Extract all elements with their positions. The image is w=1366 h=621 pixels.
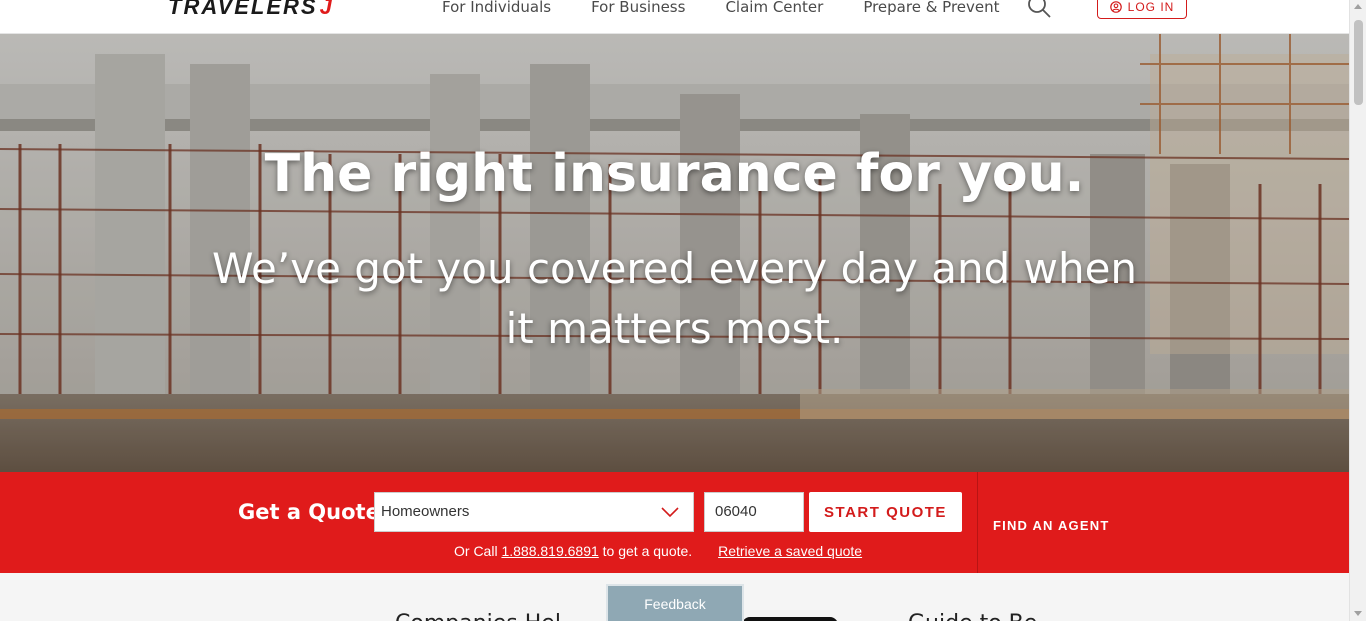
start-quote-button[interactable]: START QUOTE [809, 492, 962, 532]
page: TRAVELERSJ For Individuals For Business … [0, 0, 1366, 621]
call-prefix: Or Call [454, 543, 498, 559]
logo-text: TRAVELERS [168, 0, 318, 19]
scroll-down-icon[interactable] [1354, 611, 1362, 616]
search-icon[interactable] [1025, 0, 1053, 22]
vertical-divider [977, 472, 978, 573]
scroll-up-icon[interactable] [1354, 4, 1362, 9]
dark-badge [742, 617, 838, 621]
hero-banner: The right insurance for you. We’ve got y… [0, 34, 1349, 472]
travelers-logo[interactable]: TRAVELERSJ [168, 0, 334, 20]
retrieve-saved-quote-link[interactable]: Retrieve a saved quote [718, 543, 862, 559]
call-line: Or Call 1.888.819.6891 to get a quote. R… [454, 543, 862, 559]
section-heading-left: Companies Hel [395, 611, 561, 621]
login-label: LOG IN [1127, 0, 1175, 14]
phone-link[interactable]: 1.888.819.6891 [501, 543, 598, 559]
hero-title: The right insurance for you. [264, 144, 1085, 204]
section-heading-right: Guide to Be [908, 611, 1037, 621]
hero-subtitle: We’ve got you covered every day and when… [211, 244, 1138, 353]
scrollbar-thumb[interactable] [1354, 20, 1363, 105]
product-select[interactable]: Homeowners [374, 492, 694, 532]
umbrella-logo-icon: J [319, 0, 334, 19]
feedback-tab[interactable]: Feedback [606, 584, 744, 621]
product-select-value: Homeowners [381, 503, 470, 520]
nav-for-business[interactable]: For Business [591, 0, 685, 16]
main-nav: For Individuals For Business Claim Cente… [442, 0, 1040, 16]
call-suffix: to get a quote. [602, 543, 693, 559]
get-a-quote-label: Get a Quote [238, 500, 380, 524]
site-header: TRAVELERSJ For Individuals For Business … [0, 0, 1349, 34]
zip-code-input[interactable]: 06040 [704, 492, 804, 532]
nav-prepare-prevent[interactable]: Prepare & Prevent [863, 0, 999, 16]
find-an-agent-link[interactable]: FIND AN AGENT [993, 518, 1109, 533]
scrollbar[interactable] [1349, 0, 1366, 621]
chevron-down-icon [661, 507, 679, 518]
quote-bar: Get a Quote Homeowners 06040 START QUOTE… [0, 472, 1349, 573]
nav-claim-center[interactable]: Claim Center [725, 0, 823, 16]
user-circle-icon [1109, 0, 1122, 13]
nav-for-individuals[interactable]: For Individuals [442, 0, 551, 16]
login-button[interactable]: LOG IN [1097, 0, 1187, 19]
